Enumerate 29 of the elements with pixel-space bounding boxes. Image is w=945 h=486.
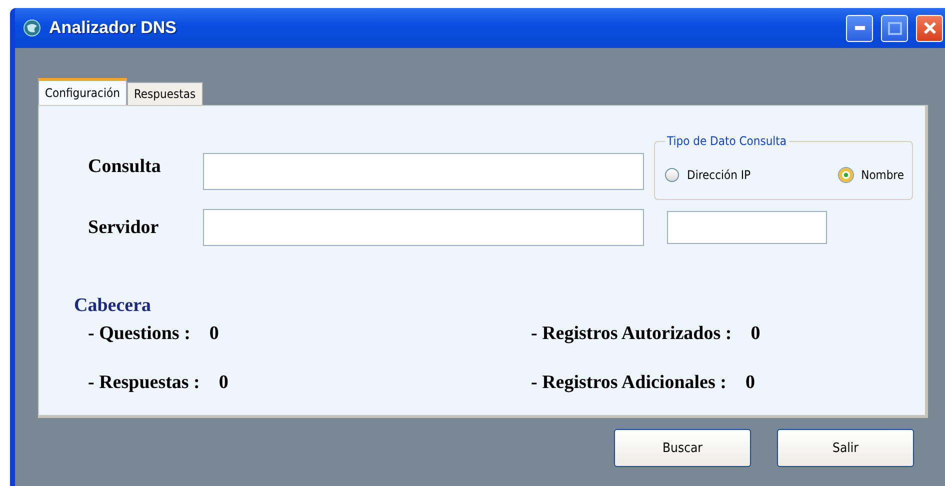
stat-value: 0	[745, 372, 755, 394]
stat-value: 0	[750, 323, 760, 345]
tab[interactable]: Configuración	[38, 78, 127, 105]
radio-option[interactable]: Nombre	[839, 168, 904, 182]
window-title: Analizador DNS	[49, 18, 178, 38]
stat-label: - Registros Adicionales :	[531, 372, 726, 394]
tab[interactable]: Respuestas	[126, 82, 203, 105]
minimize-button[interactable]	[846, 14, 873, 42]
stat-label: - Questions :	[88, 323, 190, 345]
action-button[interactable]: Buscar	[614, 429, 751, 467]
section-heading: Cabecera	[74, 295, 152, 317]
port-field[interactable]	[667, 211, 827, 244]
stat-label: - Registros Autorizados :	[531, 323, 732, 345]
minimize-icon	[854, 26, 864, 30]
server-label: Servidor	[88, 216, 160, 238]
maximize-button[interactable]	[881, 14, 908, 42]
maximize-icon	[888, 22, 902, 34]
close-button[interactable]	[916, 14, 943, 42]
stat-value: 0	[218, 372, 228, 394]
query-field[interactable]	[203, 152, 644, 190]
close-icon	[922, 21, 936, 35]
globe-icon	[23, 19, 41, 37]
stat-value: 0	[209, 323, 219, 345]
stat-label: - Respuestas :	[88, 372, 200, 394]
action-button[interactable]: Salir	[777, 429, 914, 467]
server-field[interactable]	[203, 209, 644, 246]
radio-option[interactable]: Dirección IP	[665, 168, 751, 182]
query-label: Consulta	[88, 156, 162, 178]
group-title: Tipo de Dato Consulta	[666, 134, 788, 148]
